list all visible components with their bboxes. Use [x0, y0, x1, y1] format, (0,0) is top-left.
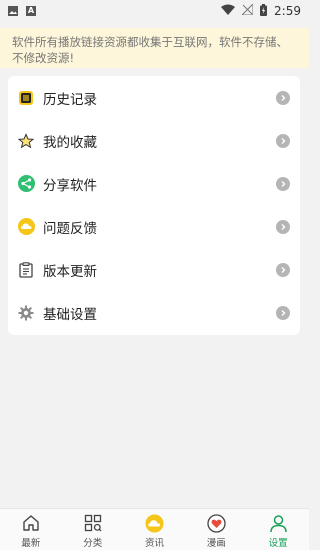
chevron-right-icon	[276, 133, 290, 148]
nav-tab-latest[interactable]: 最新	[0, 509, 62, 550]
disclaimer-text: 软件所有播放链接资源都收集于互联网，软件不存储、不修改资源!	[12, 35, 288, 65]
nav-tab-news[interactable]: 资讯	[124, 509, 186, 550]
no-signal-icon	[240, 2, 254, 18]
menu-label: 历史记录	[43, 91, 97, 108]
nav-label: 设置	[268, 538, 288, 549]
chevron-right-icon	[276, 90, 290, 105]
disclaimer-notice: 软件所有播放链接资源都收集于互联网，软件不存储、不修改资源!	[0, 28, 309, 68]
user-icon	[268, 513, 288, 533]
menu-label: 分享软件	[43, 177, 97, 194]
nav-label: 漫画	[206, 538, 226, 549]
status-bar: A 2:59	[0, 0, 309, 22]
menu-item-update[interactable]: 版本更新	[8, 248, 300, 291]
settings-gear-icon	[17, 304, 35, 322]
chevron-right-icon	[276, 305, 290, 320]
image-icon	[8, 6, 18, 16]
nav-label: 分类	[83, 538, 103, 549]
settings-menu: 历史记录 我的收藏 分享软件 问题反馈 版本更新 基础设置	[8, 76, 300, 335]
news-cloud-icon	[144, 513, 164, 533]
nav-tab-comic[interactable]: 漫画	[185, 509, 247, 550]
menu-label: 我的收藏	[43, 134, 97, 151]
menu-item-history[interactable]: 历史记录	[8, 76, 300, 119]
chevron-right-icon	[276, 219, 290, 234]
menu-item-share[interactable]: 分享软件	[8, 162, 300, 205]
menu-item-favorites[interactable]: 我的收藏	[8, 119, 300, 162]
share-icon	[17, 175, 35, 193]
menu-label: 版本更新	[43, 263, 97, 280]
battery-charging-icon	[260, 3, 268, 19]
comic-heart-icon	[206, 513, 226, 533]
nav-tab-category[interactable]: 分类	[62, 509, 124, 550]
category-grid-icon	[83, 513, 103, 533]
feedback-cloud-icon	[17, 218, 35, 236]
status-time: 2:59	[274, 4, 301, 18]
nav-tab-settings[interactable]: 设置	[247, 509, 309, 550]
menu-item-settings[interactable]: 基础设置	[8, 291, 300, 334]
menu-item-feedback[interactable]: 问题反馈	[8, 205, 300, 248]
history-icon	[17, 89, 35, 107]
favorite-star-icon	[17, 132, 35, 150]
nav-label: 最新	[21, 538, 41, 549]
chevron-right-icon	[276, 262, 290, 277]
home-icon	[21, 513, 41, 533]
wifi-icon	[221, 4, 236, 18]
a-letter-icon: A	[26, 6, 36, 16]
nav-label: 资讯	[144, 538, 164, 549]
menu-label: 基础设置	[43, 306, 97, 323]
clipboard-icon	[17, 261, 35, 279]
chevron-right-icon	[276, 176, 290, 191]
bottom-nav: 最新 分类 资讯 漫画 设置	[0, 508, 309, 550]
menu-label: 问题反馈	[43, 220, 97, 237]
